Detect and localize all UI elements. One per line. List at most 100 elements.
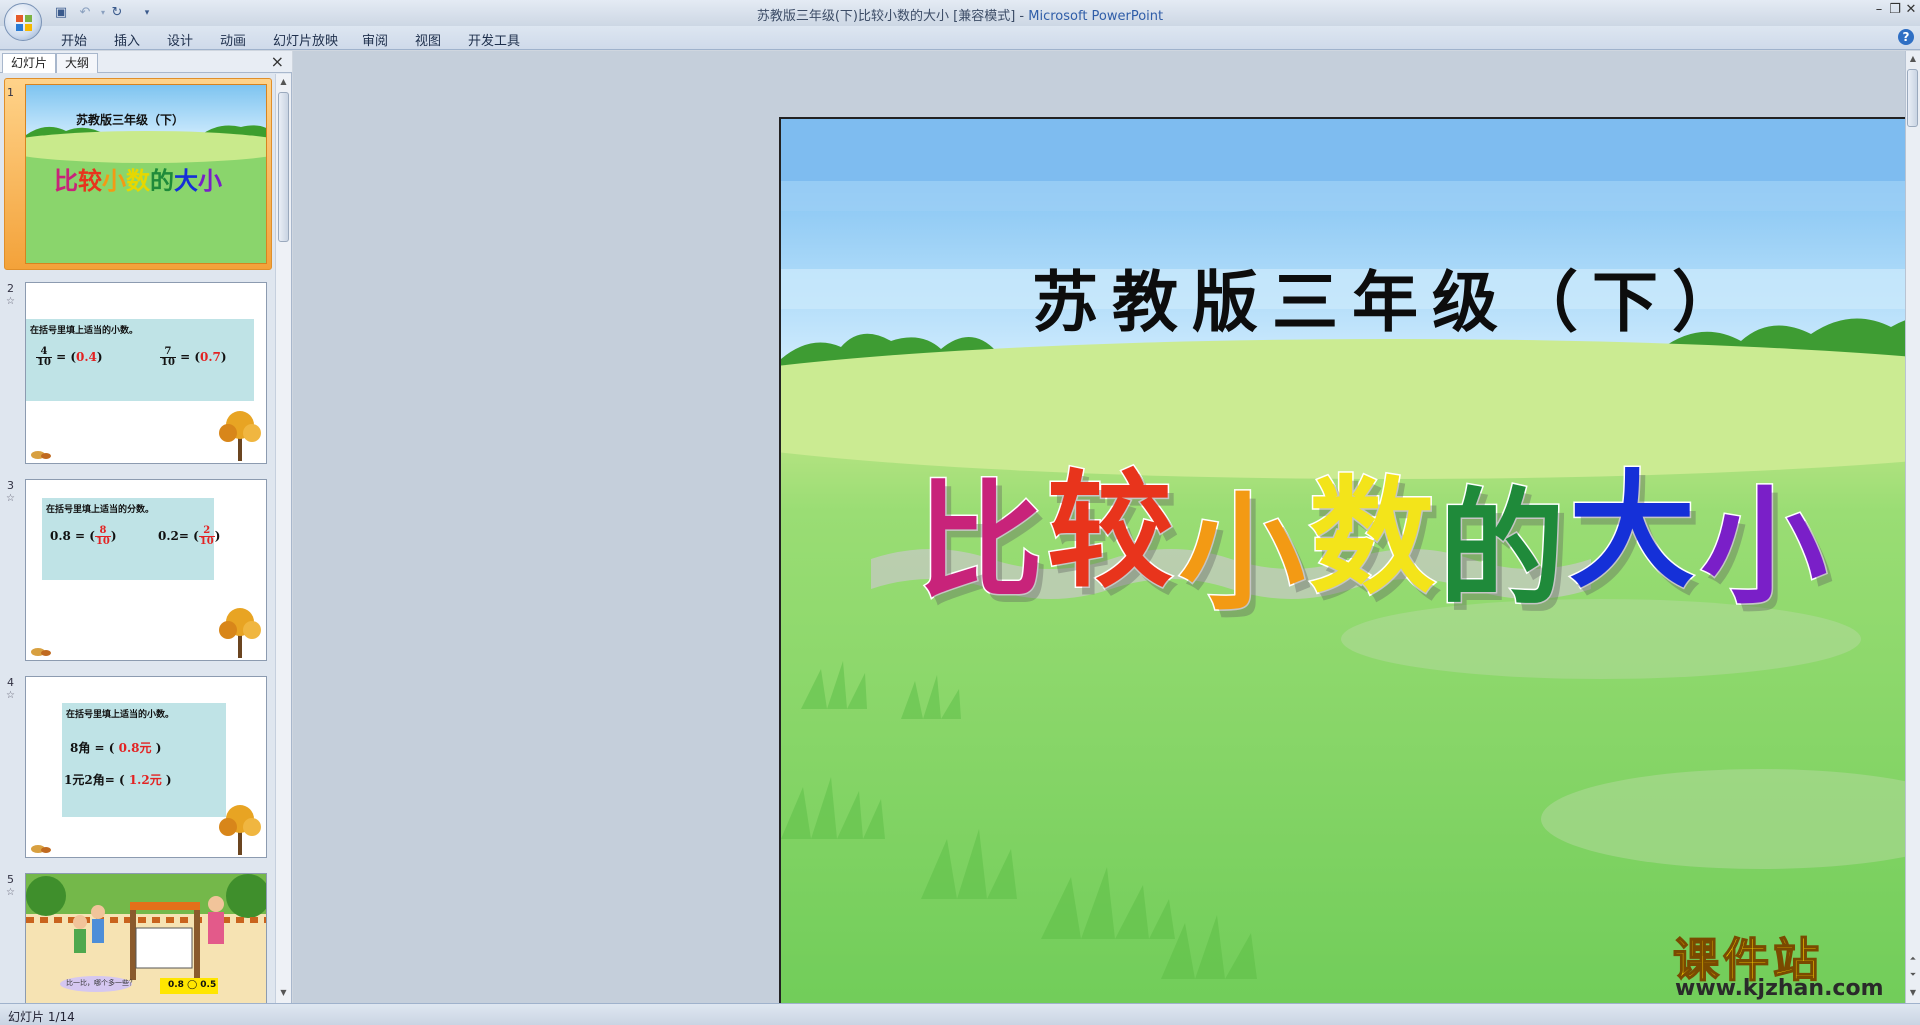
panel-scrollbar[interactable]: ▲ ▼ <box>275 74 291 1003</box>
leaves-decoration-icon <box>31 845 51 853</box>
slide-subtitle[interactable]: 比 较 小 数 的 大 小 <box>916 458 1877 627</box>
scroll-down-icon[interactable]: ▼ <box>276 985 291 1001</box>
tab-home[interactable]: 开始 <box>61 30 87 49</box>
question-header: 在括号里填上适当的分数。 <box>46 505 155 515</box>
panel-tabs: 幻灯片 大纲 × <box>0 51 292 73</box>
slide-number: 3 <box>7 479 14 492</box>
autumn-tree-icon <box>219 411 261 461</box>
tab-animations[interactable]: 动画 <box>220 30 246 49</box>
answer: 0.7 <box>200 350 221 364</box>
thumbnail-image: 在括号里填上适当的分数。 0.8 = (8 10) 0.2= (2 10) <box>25 479 267 661</box>
leaves-decoration-icon <box>31 648 51 656</box>
equation-left: 0.2= <box>158 529 189 543</box>
animation-star-icon: ☆ <box>6 296 15 307</box>
slide-number: 4 <box>7 676 14 689</box>
equation-1: 8角 = ( 0.8元 ) <box>70 741 162 755</box>
subtitle-char: 比 <box>916 468 1045 615</box>
window-title: 苏教版三年级(下)比较小数的大小 [兼容模式] - Microsoft Powe… <box>0 5 1920 24</box>
animation-star-icon: ☆ <box>6 887 15 898</box>
scroll-thumb[interactable] <box>278 92 289 242</box>
subtitle-char: 数 <box>1308 464 1437 611</box>
thumbnail-image: 苏教版三年级（下） 比较小数的大小 <box>25 84 267 264</box>
thumbnail-list: 1 苏教版三年级（下） 比较小数的大小 2 ☆ 在括号里填上适当的小数。 4 1… <box>0 74 274 1003</box>
status-bar: 幻灯片 1/14 <box>0 1003 1920 1025</box>
scroll-up-icon[interactable]: ▲ <box>276 74 291 90</box>
scroll-thumb[interactable] <box>1907 69 1918 127</box>
thumbnail-slide-4[interactable]: 4 ☆ 在括号里填上适当的小数。 8角 = ( 0.8元 ) 1元2角= ( 1… <box>0 676 274 870</box>
subtitle-char: 的 <box>1438 476 1567 623</box>
tab-review[interactable]: 审阅 <box>362 30 388 49</box>
animation-star-icon: ☆ <box>6 493 15 504</box>
office-logo-icon <box>16 15 32 31</box>
slide-title[interactable]: 苏教版三年级（下） <box>781 249 1920 345</box>
help-icon[interactable]: ? <box>1898 29 1914 45</box>
watermark: 课件站 www.kjzhan.com <box>1665 924 1905 1004</box>
thumbnail-title: 苏教版三年级（下） <box>76 113 185 127</box>
slides-panel: 幻灯片 大纲 × 1 苏教版三年级（下） 比较小数的大小 2 ☆ 在括号里填上适… <box>0 51 292 1003</box>
equation-left: 1元2角= <box>64 773 115 787</box>
office-button[interactable] <box>4 3 42 41</box>
subtitle-char: 的 <box>150 167 174 195</box>
answer: 0.8元 <box>118 741 152 755</box>
equation-2: 0.2= (2 10) <box>158 525 221 547</box>
tab-outline[interactable]: 大纲 <box>56 53 99 73</box>
answer: 1.2元 <box>128 773 162 787</box>
fraction-denominator: 10 <box>199 536 214 547</box>
question-header: 在括号里填上适当的小数。 <box>66 710 175 720</box>
title-bar: ▣ ↶ ▾ ↻ ▾ 苏教版三年级(下)比较小数的大小 [兼容模式] - Micr… <box>0 0 1920 41</box>
equation-1: 0.8 = (8 10) <box>50 525 117 547</box>
comparison-text: 0.8 ◯ 0.5 <box>168 980 217 990</box>
close-window-icon[interactable]: ✕ <box>1902 2 1920 20</box>
equation-1: 4 10 = (0.4) <box>36 346 103 368</box>
fraction-denominator: 10 <box>37 357 51 368</box>
thumbnail-slide-3[interactable]: 3 ☆ 在括号里填上适当的分数。 0.8 = (8 10) 0.2= (2 10) <box>0 479 274 673</box>
equation-2: 7 10 = (0.7) <box>160 346 227 368</box>
market-scene-illustration <box>26 874 266 1003</box>
equation-left: 0.8 = <box>50 529 86 543</box>
slide-number: 1 <box>7 86 14 99</box>
thumbnail-slide-5[interactable]: 5 ☆ 比一比，哪个多一些？ 0.8 ◯ 0.5 <box>0 873 274 1003</box>
leaves-decoration-icon <box>31 451 51 459</box>
current-slide[interactable]: 苏教版三年级（下） 比 较 小 数 的 大 小 <box>779 117 1920 1025</box>
thumbnail-slide-1[interactable]: 1 苏教版三年级（下） 比较小数的大小 <box>0 78 274 276</box>
subtitle-char: 数 <box>126 167 150 195</box>
tab-view[interactable]: 视图 <box>415 30 441 49</box>
fraction-denominator: 10 <box>161 357 175 368</box>
autumn-tree-icon <box>219 608 261 658</box>
subtitle-char: 小 <box>198 167 222 195</box>
watermark-url: www.kjzhan.com <box>1675 976 1884 1001</box>
subtitle-char: 大 <box>1568 458 1697 605</box>
subtitle-char: 较 <box>78 167 102 195</box>
next-slide-icon[interactable]: ⏷ <box>1906 967 1920 983</box>
ribbon-tabs: 开始 插入 设计 动画 幻灯片放映 审阅 视图 开发工具 ? <box>0 26 1920 50</box>
fraction-denominator: 10 <box>95 536 110 547</box>
subtitle-char: 比 <box>54 167 78 195</box>
thumbnail-slide-2[interactable]: 2 ☆ 在括号里填上适当的小数。 4 10 = (0.4) 7 10 = (0.7) <box>0 282 274 476</box>
slide-counter: 幻灯片 1/14 <box>8 1010 75 1024</box>
equation-left: 8角 = <box>70 741 105 755</box>
slide-number: 5 <box>7 873 14 886</box>
document-title: 苏教版三年级(下)比较小数的大小 [兼容模式] - <box>756 9 1029 24</box>
close-panel-icon[interactable]: × <box>271 53 284 71</box>
speech-bubble-text: 比一比，哪个多一些？ <box>66 979 136 987</box>
question-box <box>62 703 226 817</box>
question-header: 在括号里填上适当的小数。 <box>30 326 139 336</box>
tab-insert[interactable]: 插入 <box>114 30 140 49</box>
subtitle-char: 小 <box>1178 480 1307 627</box>
tab-slides[interactable]: 幻灯片 <box>2 53 57 73</box>
subtitle-char: 大 <box>174 167 198 195</box>
tab-slideshow[interactable]: 幻灯片放映 <box>273 30 338 49</box>
autumn-tree-icon <box>219 805 261 855</box>
tab-design[interactable]: 设计 <box>167 30 193 49</box>
answer: 0.4 <box>76 350 97 364</box>
slide-editor: 苏教版三年级（下） 比 较 小 数 的 大 小 <box>293 51 1920 1025</box>
subtitle-char: 较 <box>1046 458 1175 605</box>
previous-slide-icon[interactable]: ⏶ <box>1906 951 1920 967</box>
scroll-down-icon[interactable]: ▼ <box>1906 985 1920 1001</box>
thumbnail-image: 在括号里填上适当的小数。 8角 = ( 0.8元 ) 1元2角= ( 1.2元 … <box>25 676 267 858</box>
tab-developer[interactable]: 开发工具 <box>468 30 520 49</box>
thumbnail-image: 在括号里填上适当的小数。 4 10 = (0.4) 7 10 = (0.7) <box>25 282 267 464</box>
scroll-up-icon[interactable]: ▲ <box>1906 51 1920 67</box>
editor-scrollbar[interactable]: ▲ ⏶ ⏷ ▼ <box>1905 51 1920 1003</box>
animation-star-icon: ☆ <box>6 690 15 701</box>
